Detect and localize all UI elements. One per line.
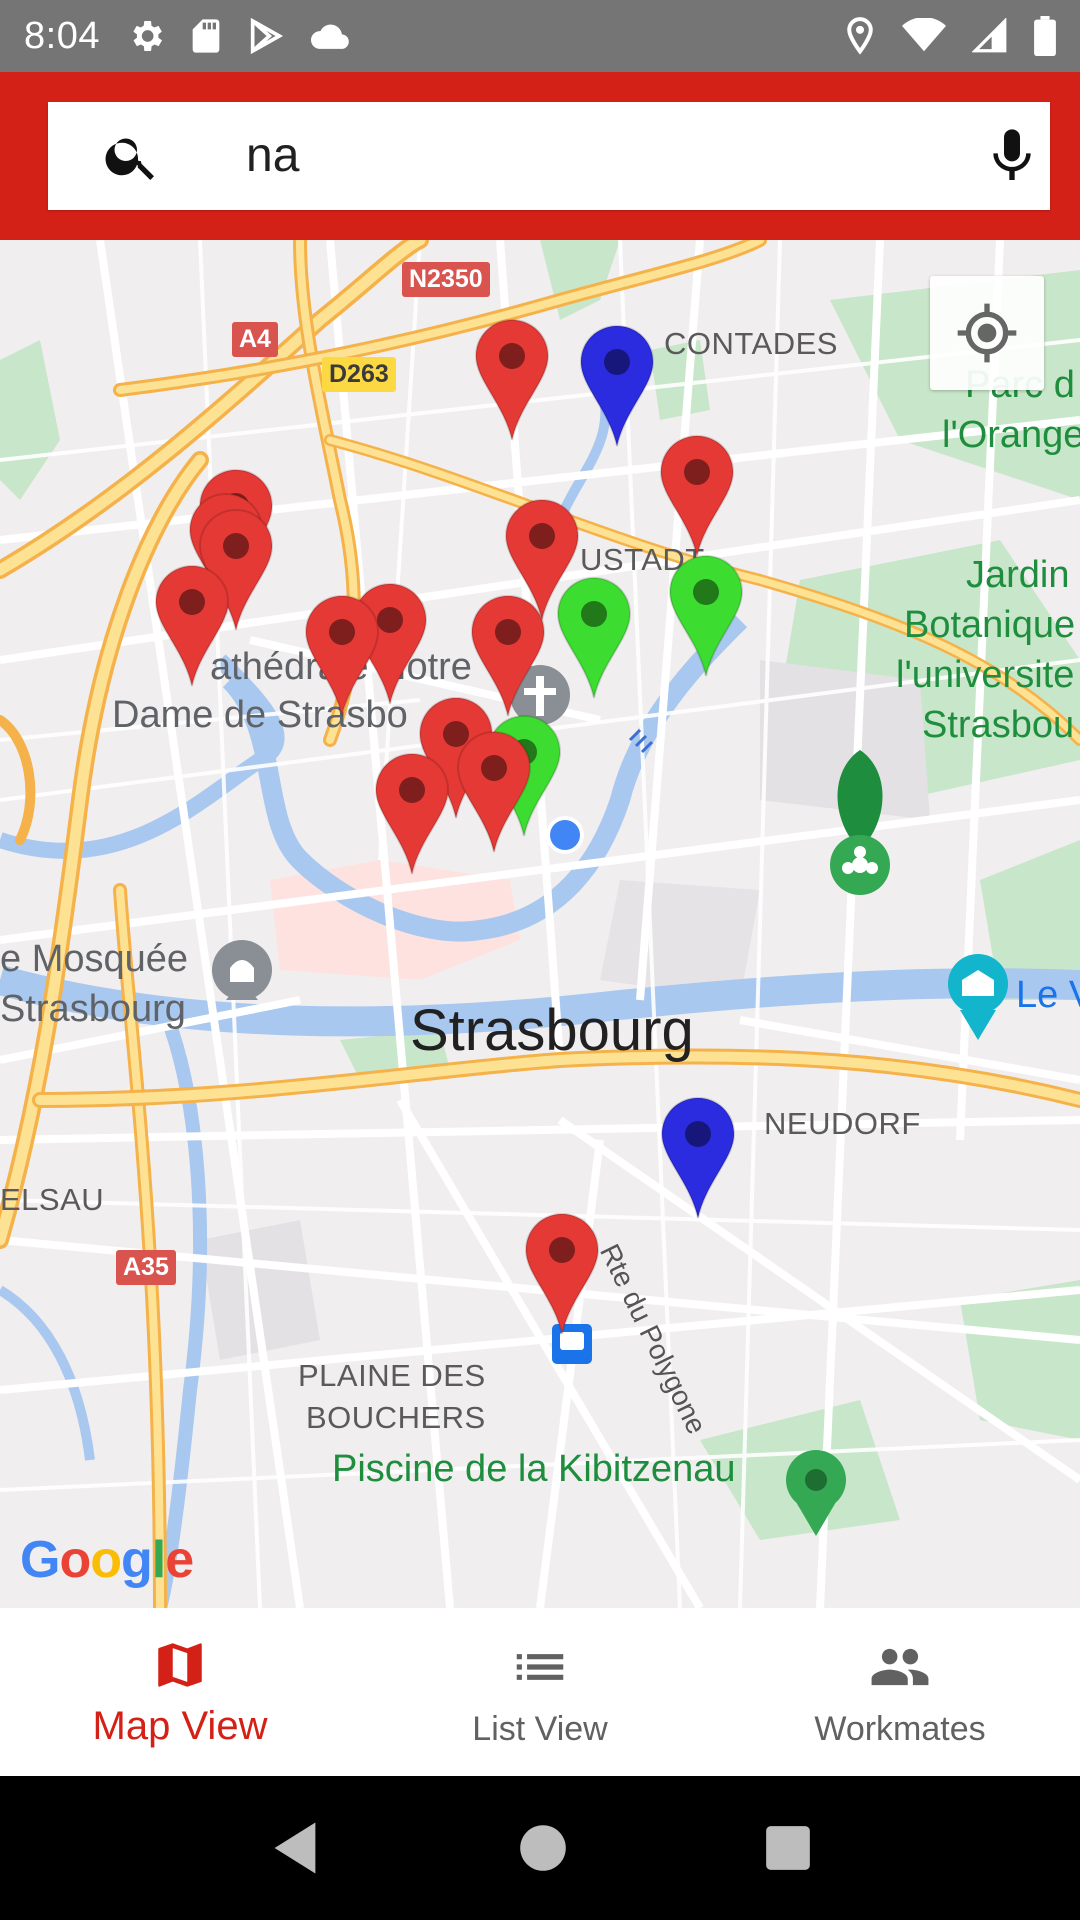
- museum-poi-icon: [948, 954, 1008, 1040]
- app-header: [0, 72, 1080, 240]
- label-le-v: Le V: [1016, 974, 1080, 1016]
- road-badge-n2350: N2350: [402, 262, 490, 297]
- label-jardin-line1: Jardin: [966, 554, 1070, 596]
- label-neudorf: NEUDORF: [764, 1106, 921, 1141]
- system-navigation-bar: [0, 1776, 1080, 1920]
- nav-label-list-view: List View: [472, 1709, 608, 1748]
- settings-icon: [133, 21, 162, 51]
- my-location-button[interactable]: [930, 276, 1044, 390]
- mosque-poi-icon: [212, 940, 272, 1000]
- restaurant-marker-red[interactable]: [456, 730, 532, 854]
- recents-icon[interactable]: [765, 1825, 811, 1871]
- map-view[interactable]: N2350 A4 D263 A35 CONTADES Parc d l'Oran…: [0, 240, 1080, 1608]
- label-plaine-line1: PLAINE DES: [298, 1358, 486, 1393]
- nav-label-map-view: Map View: [92, 1703, 268, 1748]
- restaurant-marker-red[interactable]: [154, 564, 230, 688]
- label-mosquee-line2: Strasbourg: [0, 988, 186, 1030]
- label-jardin-line3: l'universite: [896, 654, 1075, 696]
- search-box[interactable]: [48, 102, 1050, 210]
- restaurant-marker-blue[interactable]: [660, 1096, 736, 1220]
- restaurant-marker-red[interactable]: [474, 318, 550, 442]
- my-location-icon: [957, 303, 1017, 363]
- nav-item-workmates[interactable]: Workmates: [720, 1608, 1080, 1776]
- restaurant-marker-blue[interactable]: [579, 324, 655, 448]
- label-jardin-line4: Strasbou: [922, 704, 1075, 746]
- restaurant-marker-green[interactable]: [668, 554, 744, 678]
- label-elsau: ELSAU: [0, 1182, 105, 1217]
- nav-item-list-view[interactable]: List View: [360, 1608, 720, 1776]
- nav-item-map-view[interactable]: Map View: [0, 1608, 360, 1776]
- play-store-icon: [250, 17, 284, 55]
- nav-label-workmates: Workmates: [814, 1709, 986, 1748]
- label-contades: CONTADES: [664, 326, 838, 361]
- home-icon[interactable]: [519, 1824, 567, 1872]
- restaurant-marker-red[interactable]: [659, 434, 735, 558]
- map-base: [0, 240, 1080, 1608]
- label-jardin-line2: Botanique: [904, 604, 1076, 646]
- status-left-icons: [126, 16, 350, 56]
- label-piscine: Piscine de la Kibitzenau: [332, 1448, 736, 1490]
- status-bar: 8:04: [0, 0, 1080, 72]
- restaurant-marker-red[interactable]: [304, 594, 380, 718]
- road-badge-a35: A35: [116, 1250, 176, 1285]
- label-plaine-line2: BOUCHERS: [306, 1400, 486, 1435]
- label-mosquee-line1: e Mosquée: [0, 938, 189, 980]
- restaurant-marker-red[interactable]: [524, 1212, 600, 1336]
- status-time: 8:04: [24, 14, 100, 57]
- search-icon[interactable]: [102, 126, 162, 186]
- google-logo: Google: [20, 1531, 194, 1589]
- restaurant-marker-green[interactable]: [556, 576, 632, 700]
- road-badge-d263: D263: [322, 357, 396, 392]
- sd-card-icon: [192, 19, 220, 53]
- signal-icon: [972, 18, 1007, 53]
- map-icon: [158, 1642, 202, 1687]
- bottom-navigation: Map View List View Workmates: [0, 1608, 1080, 1776]
- restaurant-marker-red[interactable]: [374, 752, 450, 876]
- road-badge-a4: A4: [232, 322, 278, 357]
- mic-icon[interactable]: [980, 124, 1044, 188]
- back-icon[interactable]: [269, 1820, 321, 1876]
- people-icon: [871, 1648, 929, 1685]
- label-parc-line2: l'Orange: [942, 414, 1080, 456]
- list-icon: [516, 1653, 564, 1680]
- battery-icon: [1034, 16, 1056, 56]
- cloud-icon: [310, 24, 349, 49]
- label-city-strasbourg: Strasbourg: [410, 998, 694, 1063]
- location-icon: [847, 17, 873, 55]
- status-right-icons: [844, 16, 1056, 56]
- wifi-icon: [902, 18, 946, 52]
- search-input[interactable]: [198, 102, 978, 210]
